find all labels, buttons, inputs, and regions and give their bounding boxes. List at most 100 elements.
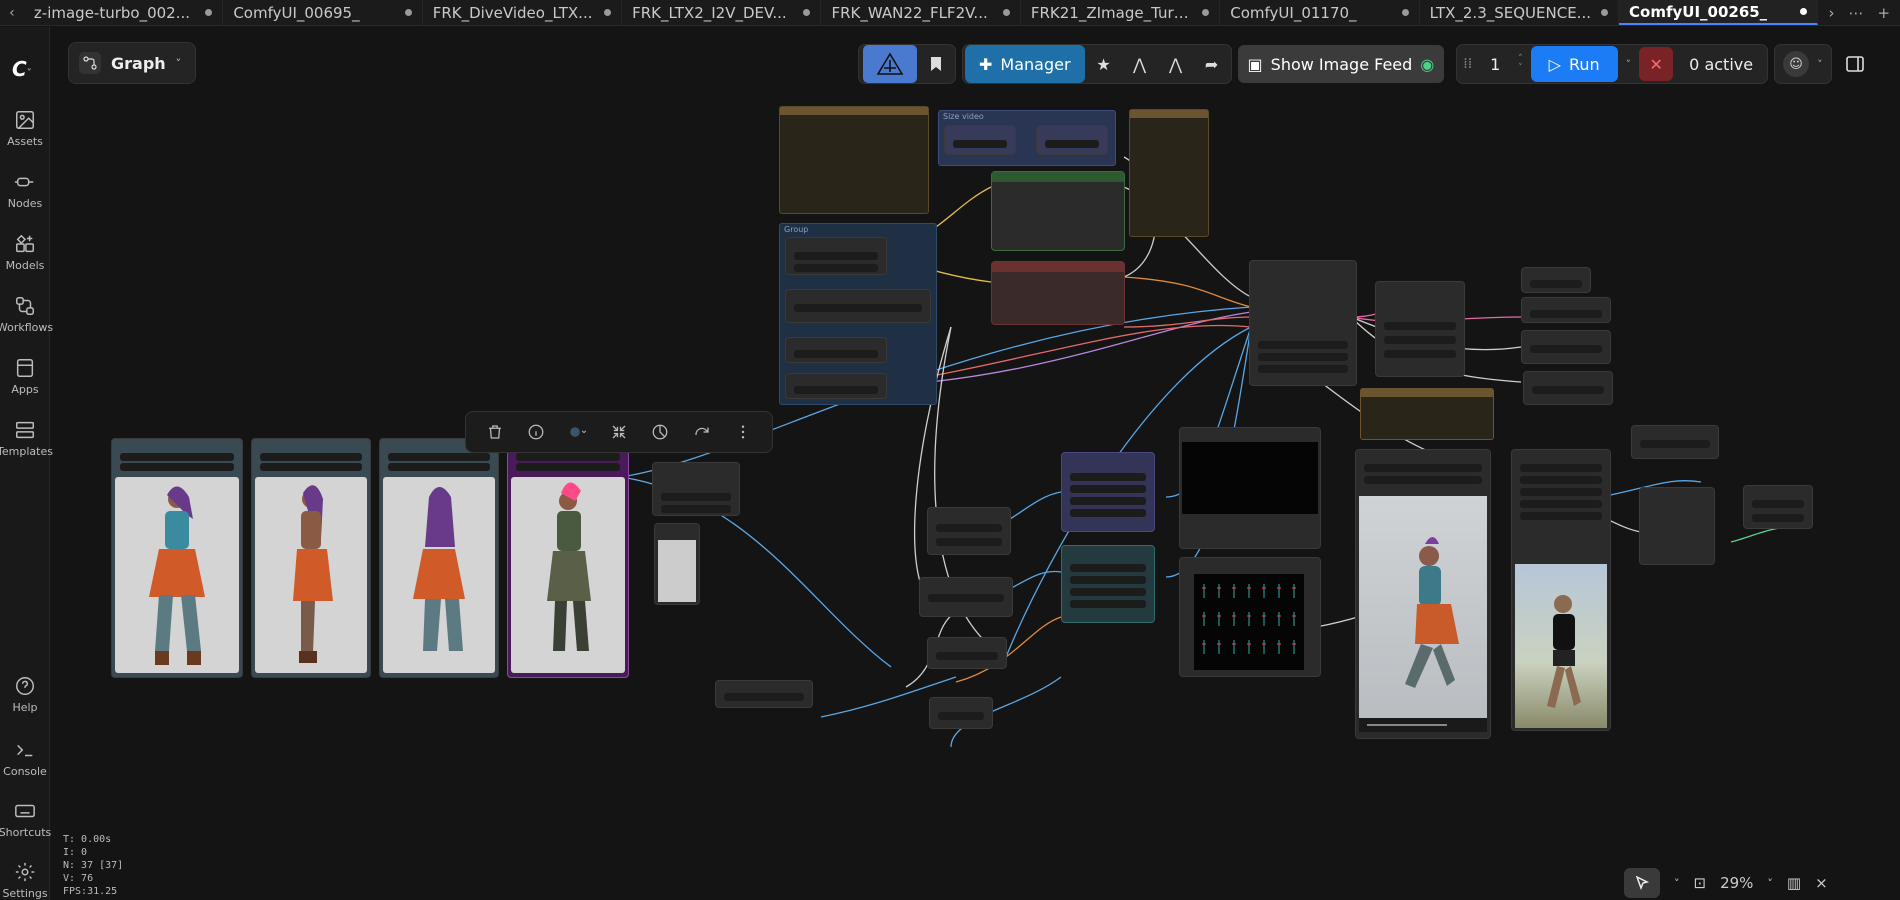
- redo-icon[interactable]: [693, 423, 711, 441]
- mode-chevron-icon[interactable]: ˅: [1674, 877, 1680, 890]
- group-frame[interactable]: [1129, 109, 1209, 237]
- tab-2[interactable]: FRK_DiveVideo_LTX...: [423, 0, 623, 25]
- sidebar-item-shortcuts[interactable]: Shortcuts: [0, 800, 51, 839]
- bookmark-icon[interactable]: [921, 44, 951, 84]
- load-image-node[interactable]: [251, 438, 371, 678]
- minimap-icon[interactable]: ▥: [1787, 874, 1801, 892]
- pose-preview-node[interactable]: [1179, 427, 1321, 549]
- model-share-icon[interactable]: ⋀: [1159, 44, 1193, 84]
- sidebar-item-templates[interactable]: Templates: [0, 419, 53, 458]
- batch-preview-node[interactable]: [654, 523, 700, 605]
- graph-node[interactable]: [927, 507, 1011, 555]
- run-options-chevron-icon[interactable]: ˅: [1626, 58, 1632, 71]
- graph-node[interactable]: [1521, 267, 1591, 293]
- tab-6[interactable]: ComfyUI_01170_: [1220, 0, 1420, 25]
- chevron-down-icon[interactable]: ˅: [1767, 877, 1773, 890]
- unsaved-dot-icon[interactable]: [205, 9, 213, 16]
- image-preview-frame[interactable]: [1515, 564, 1607, 728]
- graph-node-green[interactable]: [991, 171, 1125, 251]
- graph-node[interactable]: [715, 680, 813, 708]
- star-icon[interactable]: ★: [1087, 44, 1121, 84]
- tab-7[interactable]: LTX_2.3_SEQUENCE...: [1420, 0, 1620, 25]
- color-picker-icon[interactable]: [569, 423, 587, 441]
- show-image-feed-button[interactable]: ▣ Show Image Feed ◉: [1237, 45, 1445, 83]
- unsaved-dot-icon[interactable]: [1002, 9, 1010, 16]
- manager-button[interactable]: ✚ Manager: [965, 45, 1085, 83]
- more-icon[interactable]: ⋯: [1848, 4, 1863, 22]
- collapse-icon[interactable]: [610, 423, 628, 441]
- graph-node[interactable]: [1521, 297, 1611, 323]
- sidebar-item-workflows[interactable]: Workflows: [0, 295, 53, 334]
- load-image-node[interactable]: [111, 438, 243, 678]
- tab-5[interactable]: FRK21_ZImage_Turb...: [1021, 0, 1221, 25]
- graph-node[interactable]: [785, 237, 887, 275]
- more-vertical-icon[interactable]: [734, 423, 752, 441]
- group-frame[interactable]: [1360, 388, 1494, 440]
- fit-view-icon[interactable]: ⊡: [1694, 874, 1707, 892]
- new-tab-icon[interactable]: +: [1877, 4, 1890, 22]
- graph-node-sampler[interactable]: [1249, 260, 1357, 386]
- sidebar-item-assets[interactable]: Assets: [0, 109, 50, 148]
- video-preview-frame[interactable]: [1359, 496, 1487, 732]
- graph-node[interactable]: [1631, 425, 1719, 459]
- run-button[interactable]: ▷ Run: [1530, 46, 1618, 82]
- queue-count-input[interactable]: 1: [1480, 55, 1510, 74]
- video-preview-node[interactable]: [1355, 449, 1491, 739]
- image-preview-node[interactable]: [1511, 449, 1611, 731]
- graph-node-red[interactable]: [991, 261, 1125, 325]
- active-queue-label[interactable]: 0 active: [1681, 55, 1761, 74]
- sidebar-item-models[interactable]: Models: [0, 233, 50, 272]
- graph-node[interactable]: [1375, 281, 1465, 377]
- cancel-button[interactable]: ✕: [1639, 47, 1674, 81]
- graph-node[interactable]: [929, 697, 993, 729]
- link-visibility-icon[interactable]: ⨯: [1815, 874, 1828, 892]
- crystools-logo-icon[interactable]: [863, 45, 917, 83]
- sidebar-item-apps[interactable]: Apps: [0, 357, 50, 396]
- comfy-logo-icon[interactable]: C˅: [12, 57, 42, 81]
- group-frame[interactable]: [779, 106, 929, 214]
- unsaved-dot-icon[interactable]: [1800, 8, 1808, 15]
- graph-node[interactable]: [785, 337, 887, 363]
- graph-node[interactable]: [785, 373, 887, 399]
- graph-node[interactable]: [785, 289, 931, 323]
- delete-icon[interactable]: [486, 423, 504, 441]
- tab-3[interactable]: FRK_LTX2_I2V_DEV...: [622, 0, 822, 25]
- unsaved-dot-icon[interactable]: [803, 9, 811, 16]
- graph-node[interactable]: [1523, 371, 1613, 405]
- tab-scroll-right-icon[interactable]: ›: [1828, 4, 1834, 22]
- bypass-icon[interactable]: [651, 423, 669, 441]
- toggle-panel-icon[interactable]: [1838, 44, 1872, 84]
- graph-canvas[interactable]: Size video Group: [51, 27, 1900, 900]
- graph-node[interactable]: [1639, 487, 1715, 565]
- graph-node[interactable]: [652, 462, 740, 516]
- pose-preview-node[interactable]: [1179, 557, 1321, 677]
- graph-node[interactable]: [919, 577, 1013, 617]
- tab-0[interactable]: z-image-turbo_002...: [24, 0, 224, 25]
- graph-node[interactable]: [1743, 485, 1813, 529]
- graph-node[interactable]: [1036, 125, 1108, 155]
- model-download-icon[interactable]: ⋀: [1123, 44, 1157, 84]
- unsaved-dot-icon[interactable]: [1202, 9, 1210, 16]
- stepper-icon[interactable]: ˄ ˅: [1518, 55, 1523, 73]
- drag-handle-icon[interactable]: ⁞⁞: [1463, 56, 1472, 72]
- graph-node[interactable]: [1521, 330, 1611, 364]
- share-arrow-icon[interactable]: ➦: [1195, 44, 1229, 84]
- unsaved-dot-icon[interactable]: [1401, 9, 1409, 16]
- sidebar-item-nodes[interactable]: Nodes: [0, 171, 50, 210]
- sidebar-item-settings[interactable]: Settings: [0, 861, 50, 900]
- tab-1[interactable]: ComfyUI_00695_: [223, 0, 423, 25]
- load-image-node[interactable]: [379, 438, 499, 678]
- unsaved-dot-icon[interactable]: [1601, 9, 1609, 16]
- graph-node[interactable]: [944, 125, 1016, 155]
- select-mode-button[interactable]: [1624, 868, 1660, 898]
- load-image-node-selected[interactable]: [507, 438, 629, 678]
- graph-mode-button[interactable]: Graph ˅: [68, 42, 196, 84]
- sidebar-item-help[interactable]: Help: [0, 675, 50, 714]
- user-menu[interactable]: ☺ ˅: [1774, 44, 1832, 84]
- unsaved-dot-icon[interactable]: [604, 9, 612, 16]
- zoom-level[interactable]: 29%: [1720, 874, 1753, 892]
- graph-node[interactable]: [927, 637, 1007, 669]
- sidebar-item-console[interactable]: Console: [0, 739, 50, 778]
- tab-4[interactable]: FRK_WAN22_FLF2V...: [821, 0, 1021, 25]
- tab-scroll-left-icon[interactable]: ‹: [0, 0, 24, 25]
